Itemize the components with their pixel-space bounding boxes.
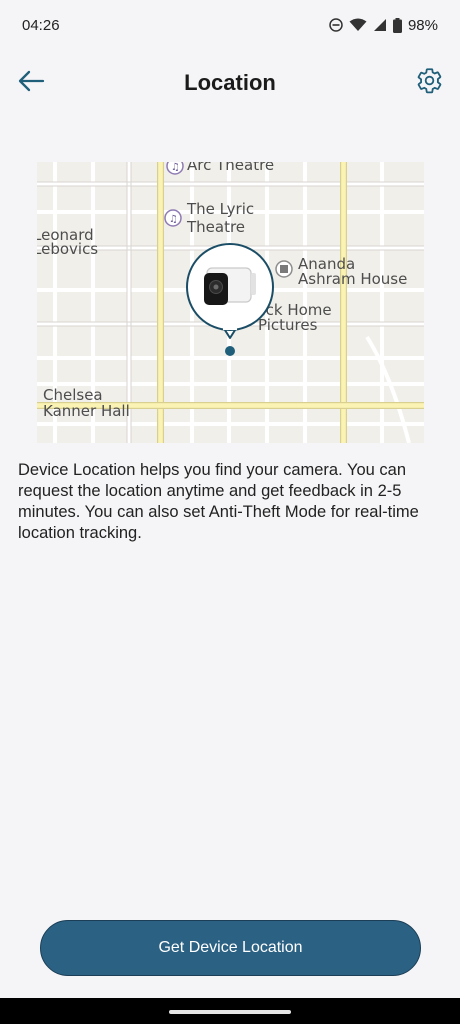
- page-title: Location: [184, 70, 276, 95]
- home-indicator[interactable]: [169, 1010, 291, 1014]
- status-icons: 98%: [329, 17, 438, 34]
- wifi-icon: [349, 18, 367, 32]
- music-poi-icon: ♫: [164, 209, 182, 227]
- battery-icon: [392, 17, 402, 33]
- map-label-ananda: Ashram House: [298, 270, 407, 288]
- arrow-left-icon: [17, 70, 45, 97]
- map-label-leonard: Lebovics: [37, 240, 98, 258]
- map-label-arc: Arc Theatre: [187, 162, 274, 174]
- do-not-disturb-icon: [329, 18, 343, 32]
- map-canvas: ♫ ♫ Arc Theatre The Lyric Theatre Leonar…: [37, 162, 424, 443]
- map-label-black: Pictures: [258, 316, 318, 334]
- location-description: Device Location helps you find your came…: [18, 461, 419, 542]
- get-device-location-button[interactable]: Get Device Location: [40, 920, 421, 976]
- status-time: 04:26: [22, 16, 60, 34]
- app-bar: Location: [0, 58, 460, 108]
- svg-text:♫: ♫: [171, 162, 180, 173]
- map-label-chelsea: Kanner Hall: [43, 402, 130, 420]
- back-button[interactable]: [14, 66, 48, 100]
- battery-percent: 98%: [407, 16, 438, 34]
- location-map[interactable]: ♫ ♫ Arc Theatre The Lyric Theatre Leonar…: [37, 162, 424, 443]
- map-label-lyric: Theatre: [186, 218, 245, 236]
- status-bar: 04:26 98%: [0, 0, 460, 50]
- map-label-lyric: The Lyric: [186, 200, 254, 218]
- music-poi-icon: ♫: [166, 162, 184, 175]
- svg-text:♫: ♫: [169, 214, 178, 225]
- settings-button[interactable]: [412, 66, 446, 100]
- camera-icon: [204, 267, 256, 305]
- gear-icon: [416, 67, 443, 99]
- building-poi-icon: [275, 260, 293, 278]
- signal-icon: [373, 18, 387, 32]
